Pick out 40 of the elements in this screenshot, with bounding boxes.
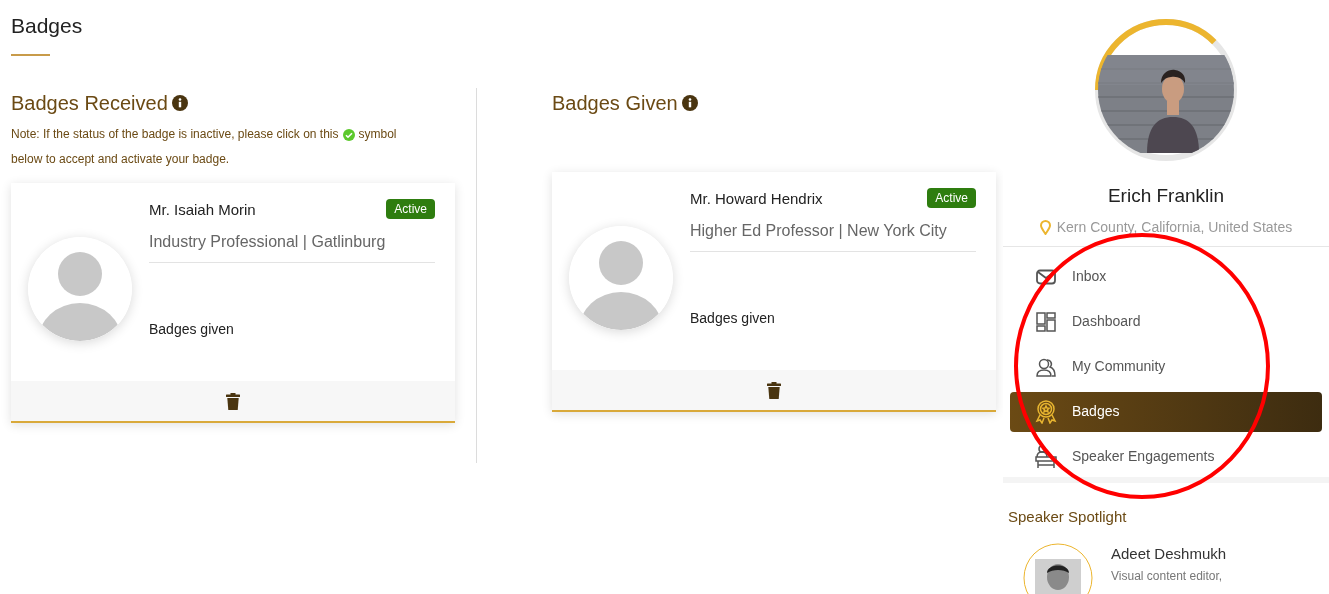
section-title: Badges Given [552, 91, 678, 116]
note-text: below to accept and activate your badge. [11, 151, 230, 168]
profile-location: Kern County, California, United States [1056, 217, 1293, 237]
person-name: Mr. Isaiah Morin [149, 200, 256, 220]
badges-label: Badges given [149, 319, 235, 339]
location-pin-icon [1039, 219, 1051, 235]
nav-label: Inbox [1072, 267, 1107, 286]
info-icon [681, 95, 698, 111]
note-text: Note: If the status of the badge is inactive, please click on this [11, 126, 339, 143]
page-title: Badges [11, 14, 84, 38]
nav-item[interactable]: Inbox [1010, 256, 1322, 297]
section-title: Badges Received [11, 91, 168, 116]
nav-item[interactable]: Badges [1010, 391, 1322, 432]
speaker-name: Adeet Deshmukh [1111, 543, 1227, 564]
nav-item[interactable]: My Community [1010, 346, 1322, 387]
people-icon [1036, 356, 1056, 377]
speaker-podium-icon [1035, 444, 1057, 469]
status-badge: Active [927, 188, 976, 208]
nav-label: Dashboard [1072, 312, 1141, 331]
profile-name: Erich Franklin [1107, 184, 1225, 208]
nav-item[interactable]: Dashboard [1010, 301, 1322, 342]
info-icon [171, 95, 188, 111]
envelope-icon [1036, 268, 1056, 285]
note-text: symbol [358, 126, 397, 143]
dashboard-icon [1036, 311, 1056, 332]
person-name: Mr. Howard Hendrix [690, 189, 823, 209]
spotlight-title: Speaker Spotlight [1008, 507, 1127, 525]
speaker-role: Visual content editor, [1111, 568, 1224, 585]
person-role: Industry Professional | Gatlinburg [149, 229, 435, 263]
award-icon [1035, 399, 1057, 424]
trash-icon[interactable] [767, 381, 781, 399]
nav-label: My Community [1072, 357, 1166, 376]
nav-label: Badges [1072, 402, 1120, 421]
person-role: Higher Ed Professor | New York City [690, 218, 976, 252]
nav-label: Speaker Engagements [1072, 447, 1215, 466]
nav-item[interactable]: Speaker Engagements [1010, 436, 1322, 477]
status-badge: Active [386, 199, 435, 219]
badges-label: Badges given [690, 308, 776, 328]
check-circle-icon [342, 128, 355, 141]
trash-icon[interactable] [226, 392, 240, 410]
